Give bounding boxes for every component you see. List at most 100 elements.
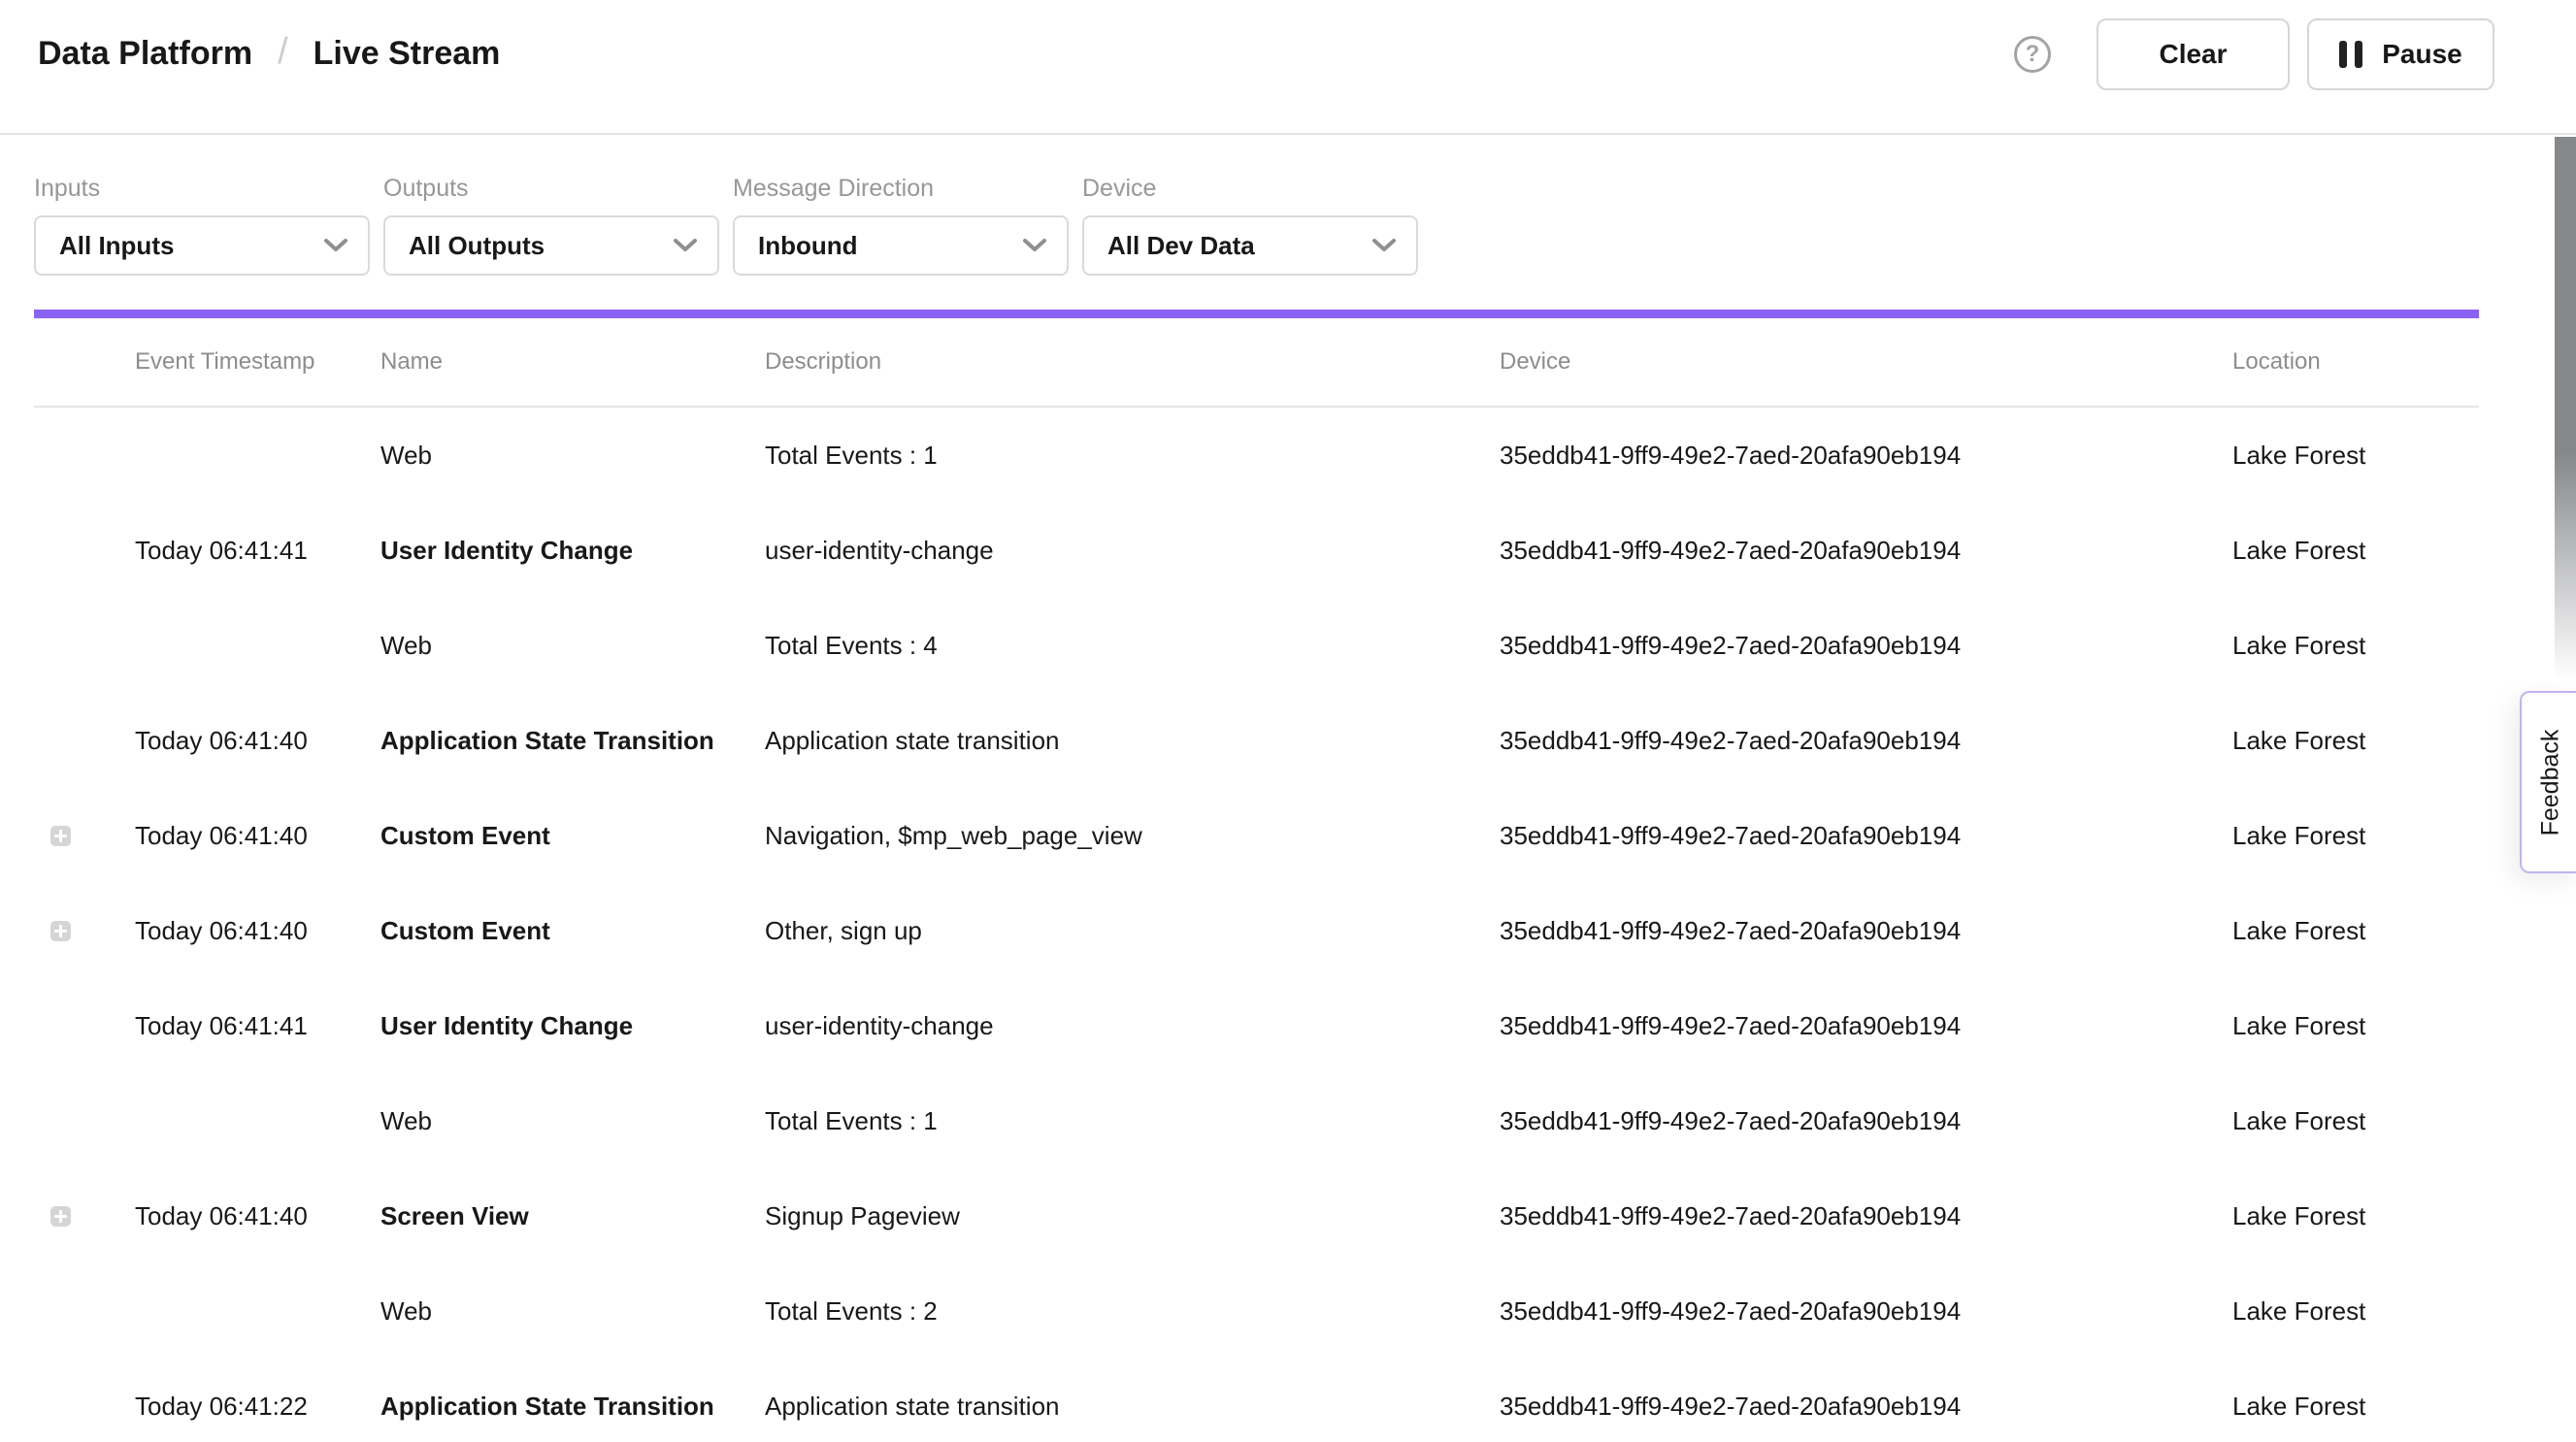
event-name: Screen View — [380, 1201, 765, 1231]
event-device: 35eddb41-9ff9-49e2-7aed-20afa90eb194 — [1500, 1106, 2232, 1136]
expand-plus-icon[interactable] — [50, 921, 71, 941]
event-device: 35eddb41-9ff9-49e2-7aed-20afa90eb194 — [1500, 1296, 2232, 1327]
table-row[interactable]: Today 06:41:22Application State Transiti… — [34, 1359, 2479, 1442]
chevron-down-icon — [1371, 238, 1397, 253]
event-name: Application State Transition — [380, 1392, 765, 1422]
event-device: 35eddb41-9ff9-49e2-7aed-20afa90eb194 — [1500, 536, 2232, 566]
event-name: Application State Transition — [380, 726, 765, 756]
breadcrumb: Data Platform / Live Stream — [38, 33, 500, 75]
event-device: 35eddb41-9ff9-49e2-7aed-20afa90eb194 — [1500, 1201, 2232, 1231]
table-header-row: Event Timestamp Name Description Device … — [34, 318, 2479, 408]
event-timestamp: Today 06:41:40 — [135, 821, 380, 851]
event-description: Total Events : 2 — [765, 1296, 1500, 1327]
clear-button[interactable]: Clear — [2097, 18, 2290, 90]
vertical-scrollbar-thumb[interactable] — [2555, 137, 2576, 680]
event-location: Lake Forest — [2232, 1011, 2479, 1041]
chevron-down-icon — [323, 238, 348, 253]
filter-device-label: Device — [1082, 175, 1418, 203]
event-description: Total Events : 4 — [765, 631, 1500, 661]
event-location: Lake Forest — [2232, 1201, 2479, 1231]
expand-cell — [34, 826, 135, 846]
column-header-location: Location — [2232, 348, 2479, 376]
event-name: Custom Event — [380, 916, 765, 946]
table-row[interactable]: Today 06:41:41User Identity Changeuser-i… — [34, 978, 2479, 1073]
event-description: Application state transition — [765, 726, 1500, 756]
outputs-dropdown-value: All Outputs — [409, 231, 545, 261]
table-row[interactable]: WebTotal Events : 135eddb41-9ff9-49e2-7a… — [34, 1073, 2479, 1168]
table-row[interactable]: WebTotal Events : 135eddb41-9ff9-49e2-7a… — [34, 408, 2479, 503]
table-row[interactable]: Today 06:41:40Custom EventOther, sign up… — [34, 883, 2479, 978]
feedback-tab[interactable]: Feedback — [2520, 691, 2576, 873]
event-timestamp: Today 06:41:40 — [135, 1201, 380, 1231]
event-description: Navigation, $mp_web_page_view — [765, 821, 1500, 851]
message-direction-dropdown-value: Inbound — [758, 231, 858, 261]
event-timestamp: Today 06:41:40 — [135, 726, 380, 756]
message-direction-dropdown[interactable]: Inbound — [733, 215, 1069, 276]
inputs-dropdown-value: All Inputs — [59, 231, 174, 261]
expand-cell — [34, 921, 135, 941]
outputs-dropdown[interactable]: All Outputs — [383, 215, 719, 276]
event-name: Web — [380, 1296, 765, 1327]
table-row[interactable]: Today 06:41:41User Identity Changeuser-i… — [34, 503, 2479, 598]
event-location: Lake Forest — [2232, 536, 2479, 566]
event-location: Lake Forest — [2232, 441, 2479, 471]
chevron-down-icon — [1022, 238, 1047, 253]
filter-outputs-label: Outputs — [383, 175, 719, 203]
event-location: Lake Forest — [2232, 631, 2479, 661]
expand-plus-icon[interactable] — [50, 1206, 71, 1227]
event-timestamp: Today 06:41:41 — [135, 1011, 380, 1041]
feedback-tab-label: Feedback — [2537, 729, 2565, 836]
filter-bar: Inputs All Inputs Outputs All Outputs Me… — [34, 175, 2576, 276]
expand-cell — [34, 1206, 135, 1227]
breadcrumb-data-platform[interactable]: Data Platform — [38, 35, 252, 73]
column-header-name: Name — [380, 348, 765, 376]
event-name: Web — [380, 441, 765, 471]
event-name: Web — [380, 1106, 765, 1136]
filter-message-direction: Message Direction Inbound — [733, 175, 1069, 276]
event-description: user-identity-change — [765, 1011, 1500, 1041]
page-header: Data Platform / Live Stream ? Clear Paus… — [0, 0, 2576, 135]
event-name: User Identity Change — [380, 1011, 765, 1041]
event-device: 35eddb41-9ff9-49e2-7aed-20afa90eb194 — [1500, 631, 2232, 661]
event-name: User Identity Change — [380, 536, 765, 566]
column-header-device: Device — [1500, 348, 2232, 376]
inputs-dropdown[interactable]: All Inputs — [34, 215, 370, 276]
table-row[interactable]: Today 06:41:40Custom EventNavigation, $m… — [34, 788, 2479, 883]
column-header-description: Description — [765, 348, 1500, 376]
event-description: user-identity-change — [765, 536, 1500, 566]
pause-button[interactable]: Pause — [2307, 18, 2494, 90]
filter-inputs-label: Inputs — [34, 175, 370, 203]
pause-button-label: Pause — [2382, 39, 2462, 70]
filter-device: Device All Dev Data — [1082, 175, 1418, 276]
event-device: 35eddb41-9ff9-49e2-7aed-20afa90eb194 — [1500, 726, 2232, 756]
event-description: Total Events : 1 — [765, 1106, 1500, 1136]
event-device: 35eddb41-9ff9-49e2-7aed-20afa90eb194 — [1500, 441, 2232, 471]
table-body: WebTotal Events : 135eddb41-9ff9-49e2-7a… — [34, 408, 2479, 1442]
filter-inputs: Inputs All Inputs — [34, 175, 370, 276]
table-row[interactable]: Today 06:41:40Application State Transiti… — [34, 693, 2479, 788]
event-location: Lake Forest — [2232, 1106, 2479, 1136]
event-location: Lake Forest — [2232, 1392, 2479, 1422]
event-description: Signup Pageview — [765, 1201, 1500, 1231]
event-description: Total Events : 1 — [765, 441, 1500, 471]
filter-outputs: Outputs All Outputs — [383, 175, 719, 276]
event-location: Lake Forest — [2232, 1296, 2479, 1327]
event-device: 35eddb41-9ff9-49e2-7aed-20afa90eb194 — [1500, 1392, 2232, 1422]
filter-message-direction-label: Message Direction — [733, 175, 1069, 203]
device-dropdown[interactable]: All Dev Data — [1082, 215, 1418, 276]
table-row[interactable]: WebTotal Events : 235eddb41-9ff9-49e2-7a… — [34, 1263, 2479, 1359]
table-row[interactable]: Today 06:41:40Screen ViewSignup Pageview… — [34, 1168, 2479, 1263]
event-device: 35eddb41-9ff9-49e2-7aed-20afa90eb194 — [1500, 821, 2232, 851]
event-device: 35eddb41-9ff9-49e2-7aed-20afa90eb194 — [1500, 1011, 2232, 1041]
event-description: Application state transition — [765, 1392, 1500, 1422]
expand-plus-icon[interactable] — [50, 826, 71, 846]
table-row[interactable]: WebTotal Events : 435eddb41-9ff9-49e2-7a… — [34, 598, 2479, 693]
event-name: Web — [380, 631, 765, 661]
event-timestamp: Today 06:41:40 — [135, 916, 380, 946]
page-title: Live Stream — [314, 35, 501, 73]
help-icon[interactable]: ? — [2014, 36, 2051, 73]
event-location: Lake Forest — [2232, 726, 2479, 756]
live-stream-progress-bar — [34, 310, 2479, 318]
event-location: Lake Forest — [2232, 916, 2479, 946]
chevron-down-icon — [673, 238, 698, 253]
